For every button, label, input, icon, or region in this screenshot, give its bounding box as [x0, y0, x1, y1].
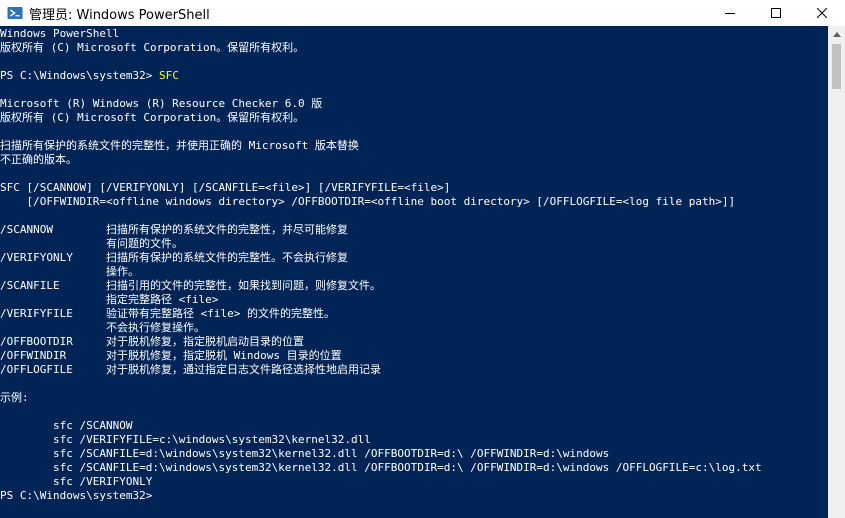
console-line: sfc /SCANFILE=d:\windows\system32\kernel…	[0, 461, 762, 474]
console-line: 不会执行修复操作。	[0, 321, 205, 334]
console-line: /OFFLOGFILE 对于脱机修复，通过指定日志文件路径选择性地启用记录	[0, 363, 381, 376]
console-line: 版权所有 (C) Microsoft Corporation。保留所有权利。	[0, 41, 305, 54]
console-line: sfc /SCANNOW	[0, 419, 133, 432]
console-line: 指定完整路径 <file>	[0, 293, 219, 306]
console-line: /VERIFYFILE 验证带有完整路径 <file> 的文件的完整性。	[0, 307, 335, 320]
prompt-text: PS C:\Windows\system32>	[0, 69, 159, 82]
console-line: sfc /VERIFYFILE=c:\windows\system32\kern…	[0, 433, 371, 446]
scroll-up-button[interactable]	[828, 26, 845, 43]
console-line: /OFFBOOTDIR 对于脱机修复，指定脱机启动目录的位置	[0, 335, 304, 348]
powershell-icon[interactable]	[7, 5, 23, 21]
window-controls	[707, 0, 845, 26]
console-line: 版权所有 (C) Microsoft Corporation。保留所有权利。	[0, 111, 305, 124]
console-line: 扫描所有保护的系统文件的完整性，并使用正确的 Microsoft 版本替换	[0, 139, 359, 152]
console-line: /SCANNOW 扫描所有保护的系统文件的完整性，并尽可能修复	[0, 223, 348, 236]
minimize-button[interactable]	[707, 0, 753, 26]
prompt-line: PS C:\Windows\system32> SFC	[0, 69, 179, 83]
console-line: 示例:	[0, 391, 29, 404]
close-icon	[817, 8, 827, 18]
console-line: [/OFFWINDIR=<offline windows directory> …	[0, 195, 736, 208]
title-bar[interactable]: 管理员: Windows PowerShell	[0, 0, 845, 26]
console-output[interactable]: Windows PowerShell 版权所有 (C) Microsoft Cor…	[0, 26, 828, 518]
console-line: sfc /VERIFYONLY	[0, 475, 153, 488]
console-line: Microsoft (R) Windows (R) Resource Check…	[0, 97, 323, 110]
console-line: sfc /SCANFILE=d:\windows\system32\kernel…	[0, 447, 610, 460]
window-title: 管理员: Windows PowerShell	[29, 7, 210, 23]
prompt-line: PS C:\Windows\system32>	[0, 489, 152, 503]
console-line: 不正确的版本。	[0, 153, 77, 166]
command-text: SFC	[158, 69, 179, 82]
console-line: /VERIFYONLY 扫描所有保护的系统文件的完整性。不会执行修复	[0, 251, 348, 264]
console-line: Windows PowerShell	[0, 27, 120, 40]
console-line: SFC [/SCANNOW] [/VERIFYONLY] [/SCANFILE=…	[0, 181, 451, 194]
minimize-icon	[725, 13, 735, 14]
powershell-window: 管理员: Windows PowerShell Windows PowerShe…	[0, 0, 845, 518]
console-line: /OFFWINDIR 对于脱机修复，指定脱机 Windows 目录的位置	[0, 349, 342, 362]
maximize-icon	[771, 8, 781, 18]
console-line: 操作。	[0, 265, 139, 278]
console-line: 有问题的文件。	[0, 237, 183, 250]
chevron-up-icon	[832, 32, 841, 37]
maximize-button[interactable]	[753, 0, 799, 26]
close-button[interactable]	[799, 0, 845, 26]
scrollbar-thumb[interactable]	[832, 44, 841, 89]
console-line: /SCANFILE 扫描引用的文件的完整性，如果找到问题，则修复文件。	[0, 279, 381, 292]
prompt-text: PS C:\Windows\system32>	[0, 489, 153, 502]
vertical-scrollbar[interactable]	[828, 26, 845, 518]
